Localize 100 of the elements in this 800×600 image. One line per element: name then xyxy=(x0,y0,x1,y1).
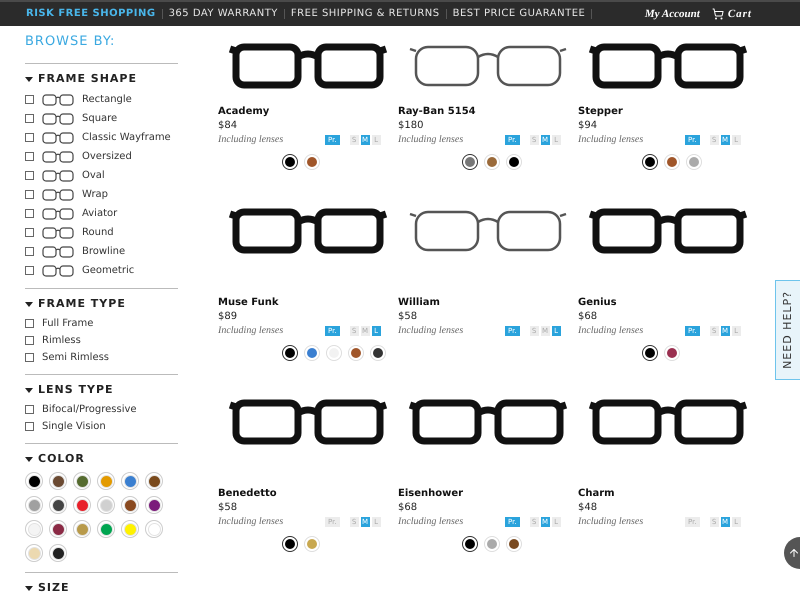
promo-text: FREE SHIPPING & RETURNS xyxy=(284,9,447,19)
checkbox[interactable] xyxy=(25,319,34,328)
product-name[interactable]: Muse Funk xyxy=(218,296,398,310)
color-swatch[interactable] xyxy=(100,522,112,536)
color-swatch[interactable] xyxy=(28,498,40,512)
product-name[interactable]: Eisenhower xyxy=(398,487,578,501)
color-swatch[interactable] xyxy=(307,157,317,167)
color-swatch[interactable] xyxy=(28,522,40,536)
section-heading[interactable]: SIZE xyxy=(38,581,70,595)
color-swatch[interactable] xyxy=(689,157,699,167)
color-swatch[interactable] xyxy=(509,157,519,167)
filter-label[interactable]: Wrap xyxy=(82,187,108,202)
color-swatch[interactable] xyxy=(124,474,136,488)
checkbox[interactable] xyxy=(25,95,34,104)
filter-label[interactable]: Semi Rimless xyxy=(42,350,110,365)
checkbox[interactable] xyxy=(25,422,34,431)
collapse-triangle-icon[interactable] xyxy=(25,586,33,590)
filter-label[interactable]: Round xyxy=(82,225,114,240)
color-swatch[interactable] xyxy=(28,474,40,488)
color-swatch[interactable] xyxy=(667,157,677,167)
filter-label[interactable]: Bifocal/Progressive xyxy=(42,402,137,417)
promo-text: RISK FREE SHOPPING xyxy=(26,9,163,19)
cart-link[interactable]: Cart xyxy=(712,6,752,22)
collapse-triangle-icon[interactable] xyxy=(25,302,33,306)
checkbox[interactable] xyxy=(25,114,34,123)
checkbox[interactable] xyxy=(25,133,34,142)
color-swatch[interactable] xyxy=(76,474,88,488)
color-swatch[interactable] xyxy=(307,348,317,358)
color-swatch[interactable] xyxy=(148,498,160,512)
checkbox[interactable] xyxy=(25,152,34,161)
product-name[interactable]: Charm xyxy=(578,487,758,501)
lens-note: Including lenses xyxy=(578,515,644,529)
filter-label[interactable]: Geometric xyxy=(82,263,134,278)
color-swatch[interactable] xyxy=(148,474,160,488)
color-swatch[interactable] xyxy=(373,348,383,358)
color-swatch[interactable] xyxy=(307,539,317,549)
filter-label[interactable]: Oversized xyxy=(82,149,132,164)
color-swatch[interactable] xyxy=(124,498,136,512)
filter-label[interactable]: Square xyxy=(82,111,118,126)
checkbox[interactable] xyxy=(25,405,34,414)
color-swatch[interactable] xyxy=(465,539,475,549)
section-heading[interactable]: LENS TYPE xyxy=(38,383,114,397)
color-swatch[interactable] xyxy=(285,539,295,549)
filter-label[interactable]: Aviator xyxy=(82,206,118,221)
product-name[interactable]: Ray-Ban 5154 xyxy=(398,105,578,119)
color-swatch[interactable] xyxy=(124,522,136,536)
lens-note: Including lenses xyxy=(578,324,644,338)
color-swatch[interactable] xyxy=(509,539,519,549)
checkbox[interactable] xyxy=(25,353,34,362)
filter-label[interactable]: Rectangle xyxy=(82,92,132,107)
product-name[interactable]: Stepper xyxy=(578,105,758,119)
color-swatch[interactable] xyxy=(76,498,88,512)
need-help-tab[interactable]: NEED HELP? xyxy=(775,280,800,380)
checkbox[interactable] xyxy=(25,266,34,275)
color-swatch[interactable] xyxy=(76,522,88,536)
filter-label[interactable]: Full Frame xyxy=(42,316,94,331)
color-swatch[interactable] xyxy=(28,546,40,560)
color-swatch[interactable] xyxy=(645,157,655,167)
checkbox[interactable] xyxy=(25,209,34,218)
checkbox[interactable] xyxy=(25,228,34,237)
color-swatch[interactable] xyxy=(52,474,64,488)
color-swatch[interactable] xyxy=(52,498,64,512)
collapse-triangle-icon[interactable] xyxy=(25,456,33,462)
color-swatch[interactable] xyxy=(465,157,475,167)
collapse-triangle-icon[interactable] xyxy=(25,388,33,392)
color-swatch[interactable] xyxy=(52,522,64,536)
product-name[interactable]: Genius xyxy=(578,296,758,310)
lens-note: Including lenses xyxy=(398,133,464,147)
checkbox[interactable] xyxy=(25,336,34,345)
lens-note: Including lenses xyxy=(218,133,284,147)
checkbox[interactable] xyxy=(25,190,34,199)
lens-note: Including lenses xyxy=(218,515,284,529)
color-swatch[interactable] xyxy=(487,157,497,167)
color-swatch[interactable] xyxy=(285,348,295,358)
color-swatch[interactable] xyxy=(148,522,160,536)
filter-label[interactable]: Browline xyxy=(82,244,126,259)
color-swatch[interactable] xyxy=(667,348,677,358)
product-price: $68 xyxy=(578,310,598,324)
product-name[interactable]: William xyxy=(398,296,578,310)
account-link[interactable]: My Account xyxy=(644,6,700,22)
filter-label[interactable]: Oval xyxy=(82,168,105,183)
product-name[interactable]: Benedetto xyxy=(218,487,398,501)
color-swatch[interactable] xyxy=(329,348,339,358)
filter-label[interactable]: Single Vision xyxy=(42,419,106,434)
color-swatch[interactable] xyxy=(285,157,295,167)
section-heading[interactable]: FRAME TYPE xyxy=(38,297,126,311)
color-swatch[interactable] xyxy=(52,546,64,560)
color-swatch[interactable] xyxy=(351,348,361,358)
checkbox[interactable] xyxy=(25,171,34,180)
filter-label[interactable]: Classic Wayframe xyxy=(82,130,171,145)
checkbox[interactable] xyxy=(25,247,34,256)
color-swatch[interactable] xyxy=(100,498,112,512)
filter-label[interactable]: Rimless xyxy=(42,333,81,348)
color-swatch[interactable] xyxy=(100,474,112,488)
section-heading[interactable]: COLOR xyxy=(38,452,85,466)
collapse-triangle-icon[interactable] xyxy=(25,76,33,82)
color-swatch[interactable] xyxy=(645,348,655,358)
section-heading[interactable]: FRAME SHAPE xyxy=(38,72,138,86)
product-name[interactable]: Academy xyxy=(218,105,398,119)
color-swatch[interactable] xyxy=(487,539,497,549)
